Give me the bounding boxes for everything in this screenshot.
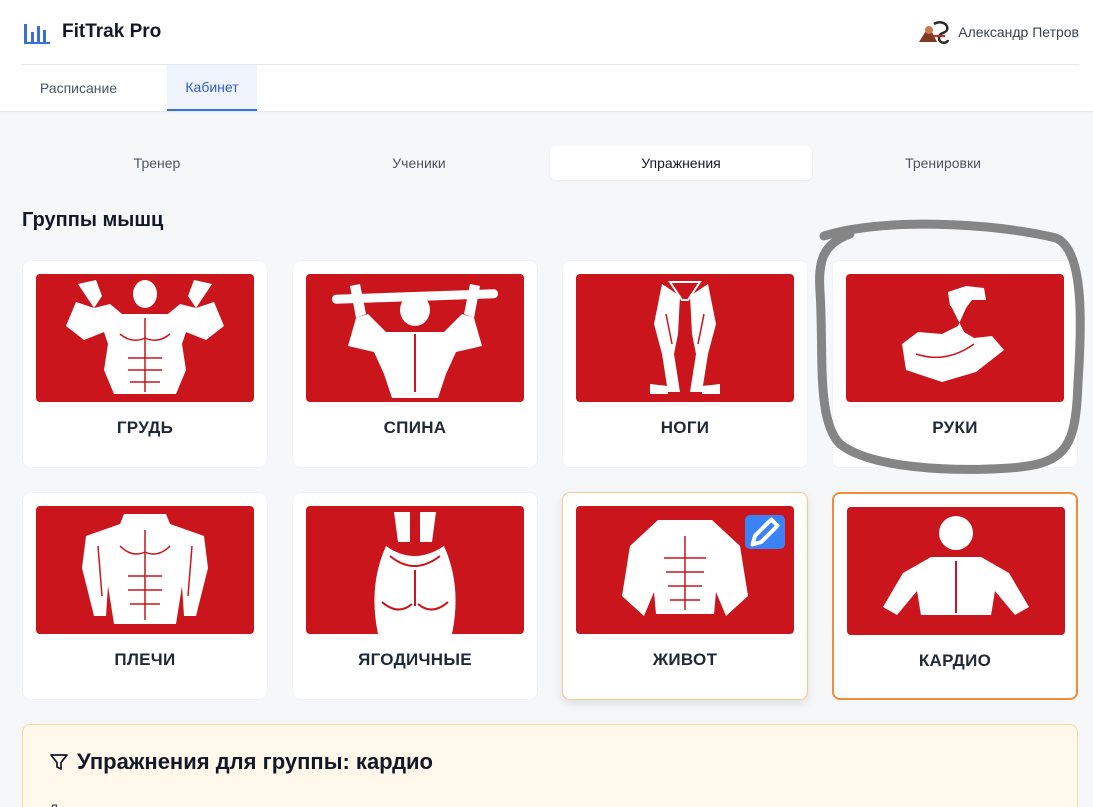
muscle-card-label: ГРУДЬ — [116, 418, 174, 437]
muscle-card-label: ЖИВОТ — [652, 650, 718, 669]
subtab-workouts[interactable]: Тренировки — [812, 146, 1074, 180]
muscle-card-arms[interactable]: РУКИ — [832, 260, 1078, 468]
panel-subtitle: Д — [49, 801, 58, 807]
muscle-card-abs[interactable]: ЖИВОТ — [562, 492, 808, 700]
filter-icon — [50, 754, 68, 770]
shoulders-illustration — [36, 506, 254, 634]
muscle-card-label: ЯГОДИЧНЫЕ — [358, 650, 472, 669]
back-illustration — [306, 274, 524, 402]
muscle-card-back[interactable]: СПИНА — [292, 260, 538, 468]
chest-illustration — [36, 274, 254, 402]
user-menu[interactable]: Александр Петров — [917, 18, 1079, 46]
subtab-students[interactable]: Ученики — [288, 146, 550, 180]
exercises-panel: Упражнения для группы: кардио Д — [22, 724, 1078, 807]
muscle-card-glutes[interactable]: ЯГОДИЧНЫЕ — [292, 492, 538, 700]
section-title: Группы мышц — [22, 209, 164, 231]
tab-schedule[interactable]: Расписание — [22, 65, 135, 111]
muscle-card-cardio[interactable]: КАРДИО — [832, 492, 1078, 700]
muscle-card-chest[interactable]: ГРУДЬ — [22, 260, 268, 468]
glutes-illustration — [306, 506, 524, 634]
muscle-card-label: РУКИ — [932, 418, 978, 437]
app-logo[interactable]: FitTrak Pro — [22, 18, 161, 46]
app-title: FitTrak Pro — [62, 21, 162, 42]
arm-illustration — [846, 274, 1064, 402]
muscle-card-shoulders[interactable]: ПЛЕЧИ — [22, 492, 268, 700]
tab-cabinet[interactable]: Кабинет — [167, 65, 257, 111]
panel-title: Упражнения для группы: кардио — [49, 749, 433, 775]
user-name: Александр Петров — [958, 24, 1079, 40]
pencil-icon — [750, 517, 780, 547]
muscle-card-label: СПИНА — [383, 418, 447, 437]
app-header: FitTrak Pro Александр Петров Расписание … — [0, 0, 1093, 112]
subtab-trainer[interactable]: Тренер — [26, 146, 288, 180]
muscle-card-label: КАРДИО — [918, 651, 992, 670]
edit-button[interactable] — [745, 515, 785, 549]
subtabs-bar: Тренер Ученики Упражнения Тренировки — [22, 146, 1072, 182]
subtab-exercises[interactable]: Упражнения — [550, 146, 812, 180]
panel-title-text: Упражнения для группы: кардио — [77, 749, 433, 774]
cardio-illustration — [847, 507, 1065, 635]
bar-chart-icon — [24, 24, 50, 44]
abs-illustration — [576, 506, 794, 634]
muscle-card-label: ПЛЕЧИ — [114, 650, 176, 669]
avatar — [919, 21, 950, 44]
muscle-card-label: НОГИ — [660, 418, 710, 437]
muscle-card-legs[interactable]: НОГИ — [562, 260, 808, 468]
legs-illustration — [576, 274, 794, 402]
